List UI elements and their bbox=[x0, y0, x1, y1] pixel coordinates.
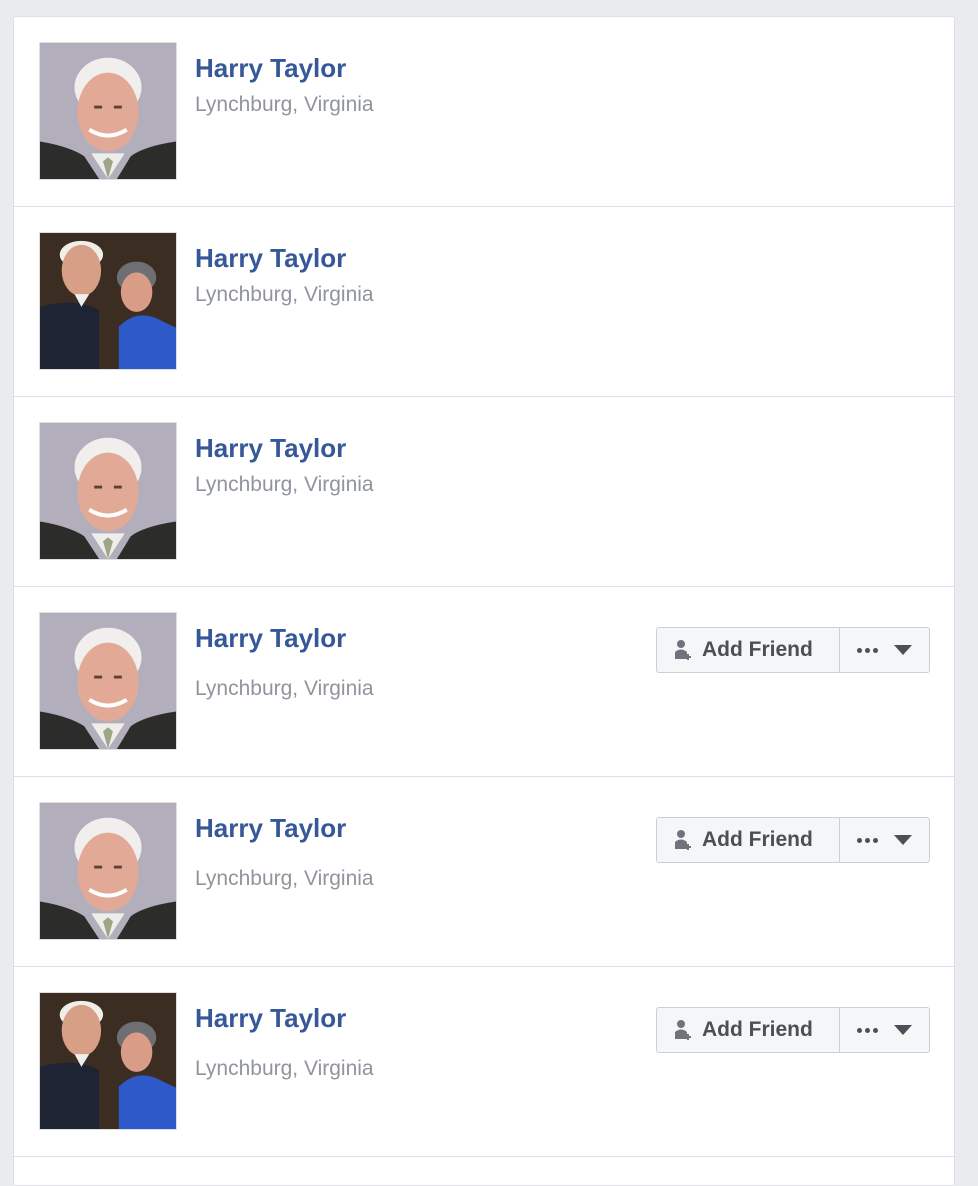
more-options-button[interactable] bbox=[840, 1007, 930, 1053]
add-friend-button[interactable]: Add Friend bbox=[656, 1007, 840, 1053]
profile-location: Lynchburg, Virginia bbox=[195, 283, 374, 306]
result-item: Harry Taylor Lynchburg, Virginia Add Fri… bbox=[14, 587, 954, 777]
person-plus-icon bbox=[675, 640, 691, 660]
caret-down-icon bbox=[894, 835, 912, 845]
search-results-panel: Harry Taylor Lynchburg, Virginia Harry T… bbox=[13, 16, 955, 1186]
profile-photo[interactable] bbox=[39, 612, 177, 750]
result-item: Harry Taylor Lynchburg, Virginia Add Fri… bbox=[14, 777, 954, 967]
ellipsis-icon bbox=[857, 1027, 878, 1033]
profile-name-link[interactable]: Harry Taylor bbox=[195, 813, 346, 844]
profile-name-link[interactable]: Harry Taylor bbox=[195, 433, 346, 464]
friend-actions: Add Friend bbox=[656, 627, 930, 673]
profile-photo[interactable] bbox=[39, 422, 177, 560]
more-options-button[interactable] bbox=[840, 817, 930, 863]
result-item: Harry Taylor Lynchburg, Virginia bbox=[14, 207, 954, 397]
add-friend-button[interactable]: Add Friend bbox=[656, 817, 840, 863]
profile-location: Lynchburg, Virginia bbox=[195, 867, 374, 890]
ellipsis-icon bbox=[857, 837, 878, 843]
profile-name-link[interactable]: Harry Taylor bbox=[195, 53, 346, 84]
profile-photo[interactable] bbox=[39, 992, 177, 1130]
caret-down-icon bbox=[894, 645, 912, 655]
profile-photo[interactable] bbox=[39, 802, 177, 940]
friend-actions: Add Friend bbox=[656, 1007, 930, 1053]
profile-location: Lynchburg, Virginia bbox=[195, 93, 374, 116]
add-friend-button[interactable]: Add Friend bbox=[656, 627, 840, 673]
caret-down-icon bbox=[894, 1025, 912, 1035]
profile-name-link[interactable]: Harry Taylor bbox=[195, 243, 346, 274]
more-options-button[interactable] bbox=[840, 627, 930, 673]
add-friend-label: Add Friend bbox=[702, 638, 813, 661]
result-item: Harry Taylor Lynchburg, Virginia bbox=[14, 397, 954, 587]
profile-photo[interactable] bbox=[39, 232, 177, 370]
person-plus-icon bbox=[675, 1020, 691, 1040]
result-item: Harry Taylor Lynchburg, Virginia bbox=[14, 17, 954, 207]
profile-name-link[interactable]: Harry Taylor bbox=[195, 1003, 346, 1034]
profile-location: Lynchburg, Virginia bbox=[195, 1057, 374, 1080]
profile-photo[interactable] bbox=[39, 42, 177, 180]
profile-location: Lynchburg, Virginia bbox=[195, 473, 374, 496]
person-plus-icon bbox=[675, 830, 691, 850]
add-friend-label: Add Friend bbox=[702, 1018, 813, 1041]
result-item: Harry Taylor Lynchburg, Virginia Add Fri… bbox=[14, 967, 954, 1157]
add-friend-label: Add Friend bbox=[702, 828, 813, 851]
profile-name-link[interactable]: Harry Taylor bbox=[195, 623, 346, 654]
ellipsis-icon bbox=[857, 647, 878, 653]
friend-actions: Add Friend bbox=[656, 817, 930, 863]
profile-location: Lynchburg, Virginia bbox=[195, 677, 374, 700]
